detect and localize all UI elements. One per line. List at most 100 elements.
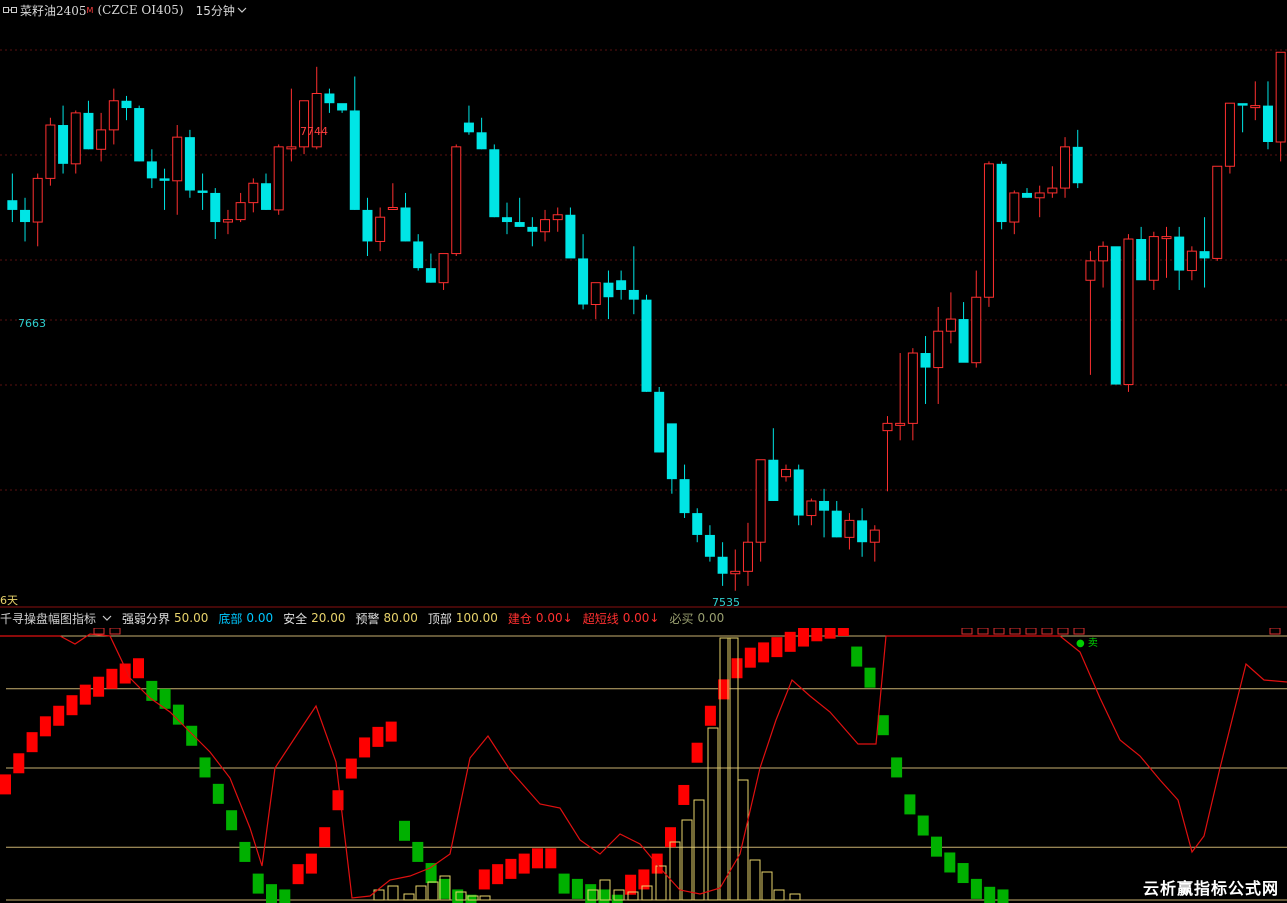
candle-body	[768, 459, 779, 501]
candle-body	[1186, 250, 1197, 272]
volume-bar	[773, 889, 785, 901]
indicator-bar	[744, 647, 756, 668]
indicator-bar	[266, 884, 277, 903]
candle-body	[248, 182, 259, 204]
candle	[337, 103, 348, 113]
candle	[134, 105, 145, 162]
candle	[857, 508, 868, 557]
candle-body	[463, 122, 474, 133]
symbol-main-badge: M	[86, 5, 94, 15]
candle	[20, 197, 31, 242]
candle	[70, 110, 81, 174]
volume-bar	[789, 893, 801, 901]
candle	[1224, 102, 1235, 174]
candle	[578, 234, 589, 310]
candle-body	[565, 214, 576, 259]
candle-body	[1009, 192, 1020, 223]
link-icon[interactable]	[0, 0, 20, 20]
indicator-bar	[784, 631, 796, 652]
param-label: 必买	[669, 611, 694, 626]
candle-body	[806, 500, 817, 517]
candle	[489, 144, 500, 218]
candle	[641, 294, 652, 392]
candle	[1237, 103, 1248, 133]
indicator-bar	[79, 684, 91, 705]
indicator-bar	[93, 676, 105, 697]
candle	[679, 464, 690, 518]
candlestick-chart[interactable]: 7744 7663 7535	[0, 20, 1287, 608]
candle-body	[793, 469, 804, 516]
param-label: 底部	[218, 611, 243, 626]
indicator-bar	[226, 810, 238, 831]
candle	[781, 464, 792, 482]
param-value: 0.00	[246, 611, 274, 625]
candle-body	[717, 556, 728, 574]
candle	[933, 306, 944, 404]
candle	[1123, 234, 1134, 392]
candle	[527, 217, 538, 247]
low-price-label: 7663	[18, 317, 46, 330]
candle-body	[425, 268, 436, 283]
indicator-chart[interactable]	[0, 628, 1287, 903]
candle	[552, 207, 563, 232]
candle-body	[489, 149, 500, 218]
indicator-bar	[492, 864, 504, 885]
param-value: 20.00	[311, 611, 346, 625]
top-marker	[1269, 628, 1281, 635]
candle-body	[501, 217, 512, 223]
candle	[1098, 241, 1109, 288]
candle-body	[324, 93, 335, 104]
indicator-bar	[651, 853, 663, 874]
candle	[996, 161, 1007, 230]
indicator-bar	[252, 873, 264, 894]
candle-body	[781, 468, 792, 478]
candle	[654, 386, 665, 453]
candle	[717, 542, 728, 586]
indicator-header: 千寻操盘幅图指标 强弱分界 50.00 底部 0.00 安全 20.00 预警 80.0…	[0, 609, 1287, 627]
param-label: 安全	[283, 611, 308, 626]
candle	[831, 500, 842, 538]
candle-body	[32, 177, 43, 223]
indicator-bar	[904, 794, 916, 815]
indicator-bar	[399, 820, 410, 841]
chevron-down-icon	[237, 7, 247, 13]
volume-bar	[415, 885, 427, 901]
indicator-bar	[571, 878, 583, 899]
volume-bar	[761, 871, 773, 901]
top-marker	[961, 628, 973, 635]
candle	[819, 488, 830, 538]
volume-bar	[427, 881, 439, 901]
top-marker	[993, 628, 1005, 635]
candle-body	[1275, 51, 1286, 143]
volume-bar	[749, 859, 761, 901]
indicator-bar	[505, 858, 517, 879]
period-selector[interactable]: 15分钟	[196, 2, 247, 19]
candle	[666, 423, 677, 494]
symbol-name[interactable]: 菜籽油2405	[20, 2, 87, 19]
candle	[222, 209, 233, 235]
indicator-bar	[997, 889, 1009, 903]
candle	[58, 105, 69, 174]
indicator-bar	[292, 864, 304, 885]
sell-signal: ● 卖	[1076, 638, 1098, 649]
candle-body	[45, 124, 56, 179]
candle-body	[1262, 105, 1273, 142]
candle-body	[210, 192, 221, 223]
param-label: 超短线	[582, 611, 619, 626]
candle-body	[349, 110, 360, 210]
indicator-bar	[186, 725, 198, 746]
candle-body	[83, 112, 94, 150]
param-label: 建仓	[507, 611, 532, 626]
indicator-bar	[611, 894, 623, 903]
candle-body	[819, 500, 830, 511]
candle-body	[438, 253, 449, 284]
candle	[248, 178, 259, 213]
candle-body	[146, 161, 157, 179]
indicator-bar	[305, 853, 317, 874]
top-marker	[1025, 628, 1037, 635]
indicator-selector[interactable]: 千寻操盘幅图指标	[0, 610, 112, 627]
candle-body	[958, 319, 969, 363]
candle-body	[996, 163, 1007, 223]
volume-bar	[669, 841, 681, 901]
candle-body	[945, 318, 956, 332]
